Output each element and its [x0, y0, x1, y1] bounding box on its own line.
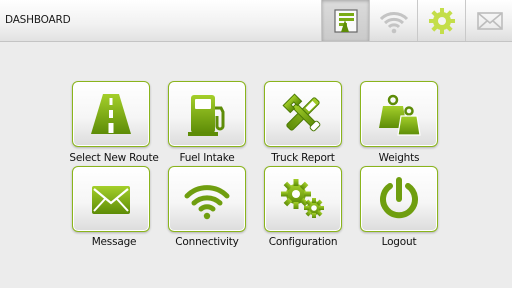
select-new-route-label: Select New Route — [69, 152, 159, 164]
gear-icon — [428, 7, 455, 34]
road-icon — [91, 94, 131, 134]
connectivity-button[interactable] — [369, 0, 417, 41]
connectivity-label: Connectivity — [175, 236, 239, 248]
weights-tile[interactable] — [360, 81, 438, 147]
message-tile[interactable] — [72, 166, 150, 232]
weights-label: Weights — [378, 152, 420, 164]
truck-report-tile[interactable] — [264, 81, 342, 147]
gears-icon — [281, 179, 324, 218]
weights-icon — [379, 94, 421, 136]
select-new-route-tile[interactable] — [72, 81, 150, 147]
logout-tile[interactable] — [360, 166, 438, 232]
configuration-tile[interactable] — [264, 166, 342, 232]
route-map-icon — [333, 8, 358, 33]
logout-label: Logout — [381, 236, 417, 248]
fuel-intake-tile[interactable] — [168, 81, 246, 147]
truck-report-label: Truck Report — [271, 152, 335, 164]
page-title: DASHBOARD — [5, 14, 71, 26]
message-label: Message — [91, 236, 137, 248]
envelope-icon — [92, 186, 130, 214]
wifi-icon — [379, 11, 408, 33]
connectivity-tile[interactable] — [168, 166, 246, 232]
settings-button[interactable] — [417, 0, 465, 41]
wifi-icon — [184, 185, 230, 220]
fuel-pump-icon — [188, 95, 225, 136]
power-icon — [380, 177, 418, 219]
route-map-button[interactable] — [321, 0, 369, 41]
envelope-icon — [476, 11, 503, 30]
configuration-label: Configuration — [268, 236, 338, 248]
messages-button[interactable] — [465, 0, 512, 41]
fuel-intake-label: Fuel Intake — [179, 152, 235, 164]
tools-icon — [282, 93, 321, 132]
top-bar: DASHBOARD — [0, 0, 512, 42]
